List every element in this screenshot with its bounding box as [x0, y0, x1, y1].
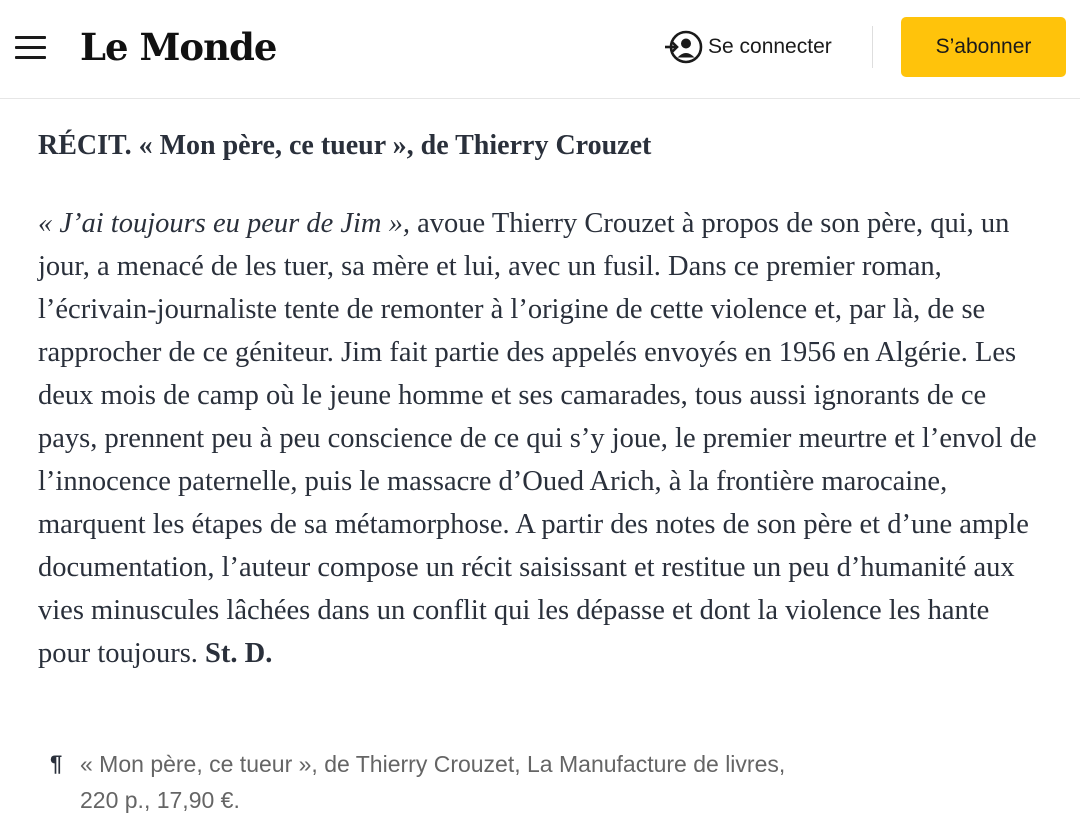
- hamburger-menu-button[interactable]: [14, 34, 48, 62]
- article-quote: « J’ai toujours eu peur de Jim »,: [38, 208, 411, 239]
- article-body-text: avoue Thierry Crouzet à propos de son pè…: [38, 208, 1037, 669]
- pilcrow-icon: ¶: [50, 751, 63, 776]
- user-login-icon: [665, 30, 703, 64]
- subscribe-button[interactable]: S’abonner: [901, 17, 1066, 77]
- article-body: « J’ai toujours eu peur de Jim », avoue …: [38, 202, 1038, 675]
- header-divider: [872, 26, 873, 68]
- site-logo[interactable]: Le Monde: [80, 24, 277, 70]
- book-reference-text: « Mon père, ce tueur », de Thierry Crouz…: [80, 751, 786, 813]
- login-label: Se connecter: [708, 35, 832, 58]
- login-button[interactable]: Se connecter: [664, 28, 832, 66]
- book-reference: ¶ « Mon père, ce tueur », de Thierry Cro…: [50, 746, 810, 818]
- hamburger-menu-icon: [15, 36, 46, 39]
- hamburger-menu-icon: [15, 46, 46, 49]
- site-header: Le Monde Se connecter S’abonner: [0, 0, 1080, 99]
- article-title: RÉCIT. « Mon père, ce tueur », de Thierr…: [38, 130, 652, 161]
- article-signature: St. D.: [205, 638, 273, 669]
- hamburger-menu-icon: [15, 56, 46, 59]
